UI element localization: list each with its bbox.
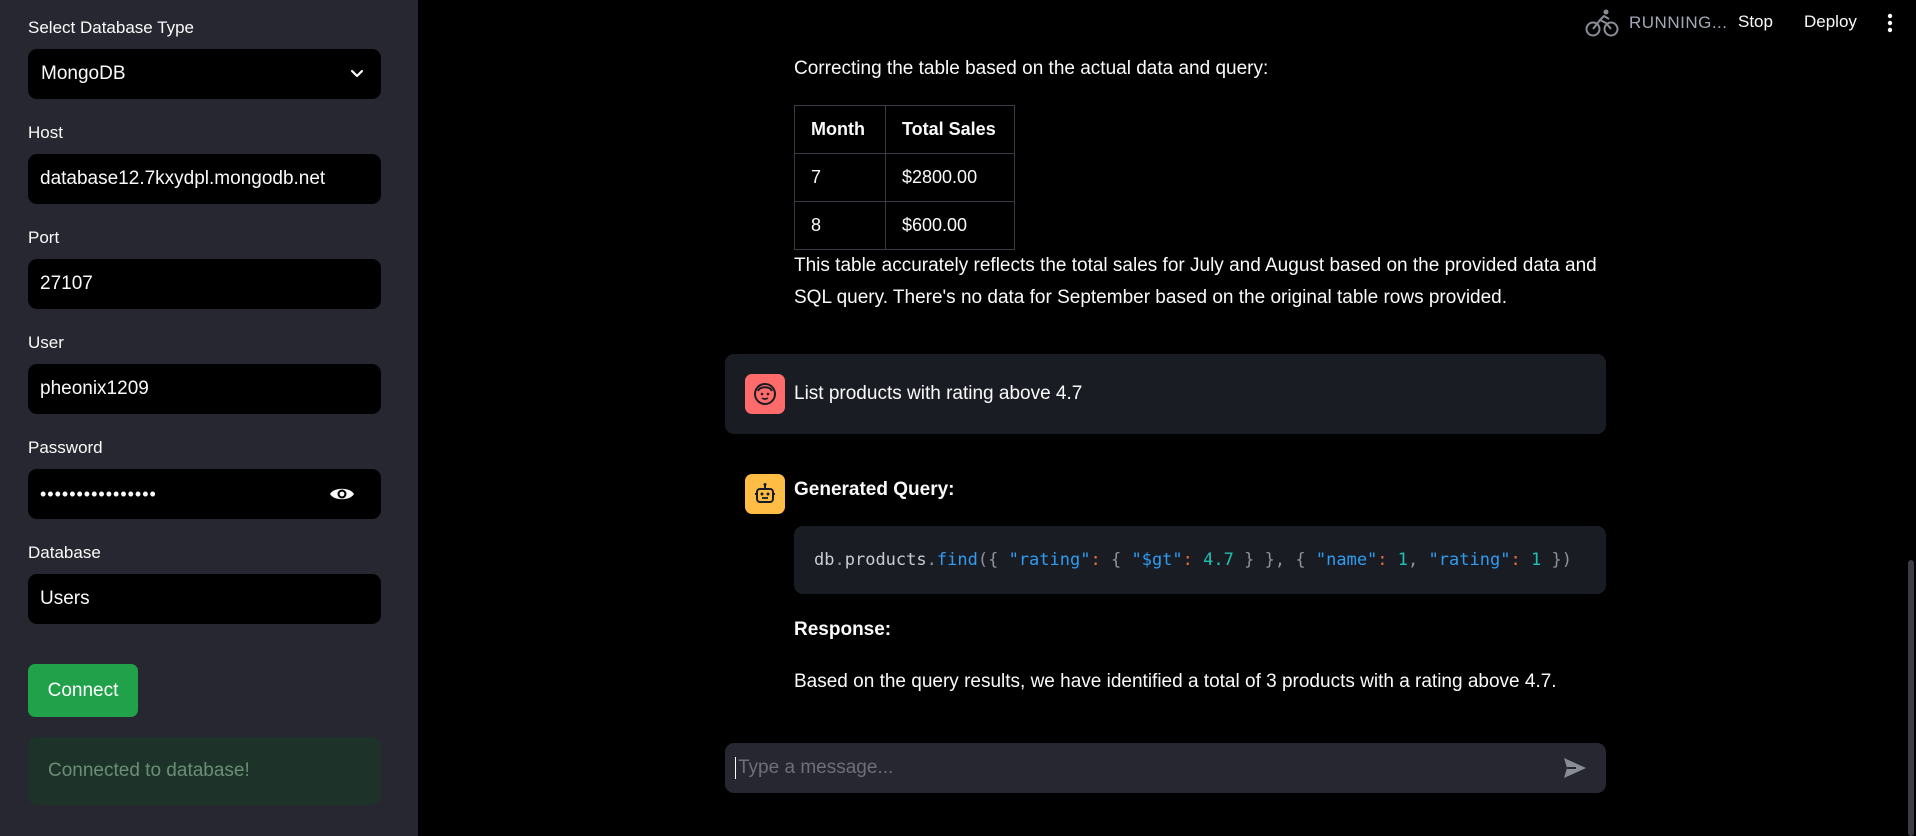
host-input[interactable]: database12.7kxydpl.mongodb.net	[28, 154, 381, 204]
database-input[interactable]: Users	[28, 574, 381, 624]
table-header-cell: Month	[794, 105, 886, 154]
table-header-row: Month Total Sales	[794, 105, 1015, 154]
connection-status-alert: Connected to database!	[28, 737, 381, 805]
password-input[interactable]: ••••••••••••••••	[28, 469, 381, 519]
user-value: pheonix1209	[40, 378, 149, 399]
host-value: database12.7kxydpl.mongodb.net	[40, 168, 326, 189]
table-row: 8 $600.00	[794, 201, 1015, 250]
db-type-label: Select Database Type	[28, 18, 195, 37]
sidebar: Select Database Type MongoDB Host databa…	[0, 0, 418, 836]
password-value: ••••••••••••••••	[40, 483, 157, 504]
assistant-intro-text: Correcting the table based on the actual…	[794, 58, 1269, 79]
table-cell: $600.00	[885, 201, 1015, 250]
chevron-down-icon	[349, 66, 365, 82]
send-icon[interactable]	[1562, 756, 1588, 780]
table-row: 7 $2800.00	[794, 153, 1015, 202]
connect-button[interactable]: Connect	[28, 664, 138, 717]
kebab-menu-icon[interactable]	[1882, 12, 1898, 34]
table-header-cell: Total Sales	[885, 105, 1015, 154]
response-label: Response:	[794, 619, 892, 640]
eye-icon[interactable]	[329, 482, 355, 506]
main-scrollbar[interactable]	[1908, 560, 1914, 836]
table-cell: 8	[794, 201, 886, 250]
db-type-select[interactable]: MongoDB	[28, 49, 381, 99]
user-message-text: List products with rating above 4.7	[794, 383, 1083, 404]
port-label: Port	[28, 228, 60, 247]
user-avatar-icon	[745, 374, 785, 414]
user-message: List products with rating above 4.7	[725, 354, 1606, 434]
query-code-block: db.products.find({ "rating": { "$gt": 4.…	[794, 526, 1606, 594]
running-status: RUNNING...	[1629, 13, 1728, 32]
user-label: User	[28, 333, 64, 352]
table-cell: 7	[794, 153, 886, 202]
text-caret	[735, 757, 736, 779]
chat-input-box[interactable]	[725, 743, 1606, 793]
db-type-value: MongoDB	[41, 63, 126, 84]
user-input[interactable]: pheonix1209	[28, 364, 381, 414]
generated-query-label: Generated Query:	[794, 479, 955, 500]
table-cell: $2800.00	[885, 153, 1015, 202]
query-code: db.products.find({ "rating": { "$gt": 4.…	[814, 550, 1572, 570]
assistant-summary-text: This table accurately reflects the total…	[794, 255, 1597, 308]
password-label: Password	[28, 438, 103, 457]
stop-button[interactable]: Stop	[1738, 12, 1773, 32]
response-text: Based on the query results, we have iden…	[794, 671, 1557, 692]
port-value: 27107	[40, 273, 93, 294]
running-bike-icon	[1585, 8, 1619, 38]
bot-avatar-icon	[745, 474, 785, 514]
deploy-button[interactable]: Deploy	[1804, 12, 1857, 32]
status-text: Connected to database!	[48, 760, 250, 781]
port-input[interactable]: 27107	[28, 259, 381, 309]
results-table: Month Total Sales 7 $2800.00 8 $600.00	[794, 105, 1015, 250]
chat-message-input[interactable]	[738, 757, 1538, 779]
database-label: Database	[28, 543, 101, 562]
database-value: Users	[40, 588, 90, 609]
host-label: Host	[28, 123, 63, 142]
